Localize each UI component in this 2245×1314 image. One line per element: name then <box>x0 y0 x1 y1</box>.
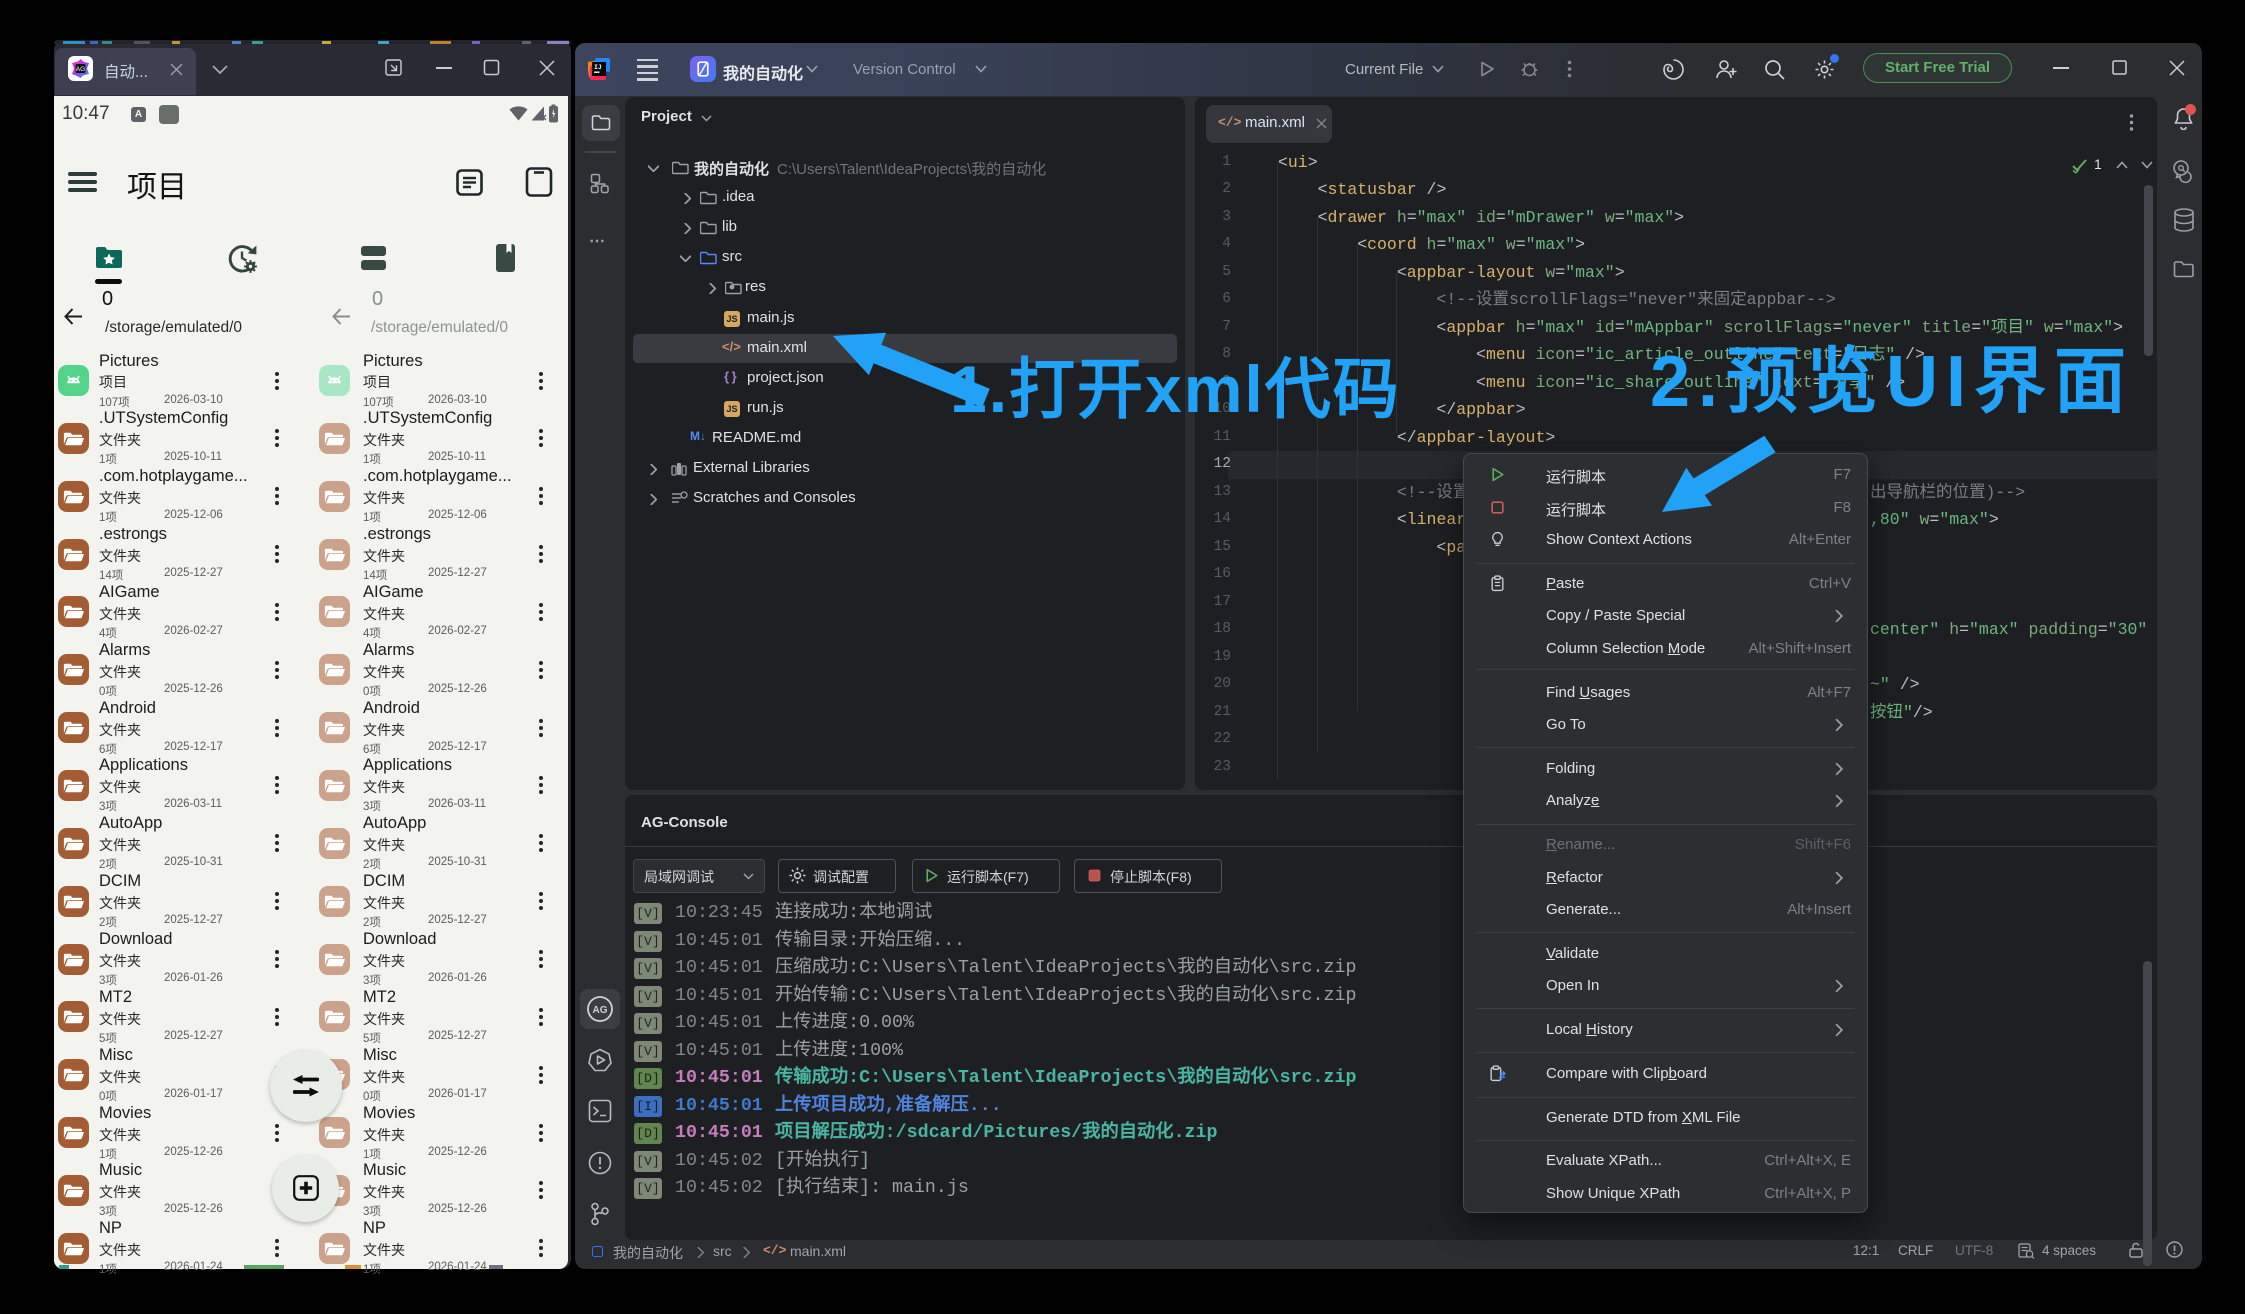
svg-text:IJ: IJ <box>594 64 602 71</box>
svg-text:AG: AG <box>593 1005 608 1016</box>
svg-text:AG: AG <box>76 66 85 73</box>
